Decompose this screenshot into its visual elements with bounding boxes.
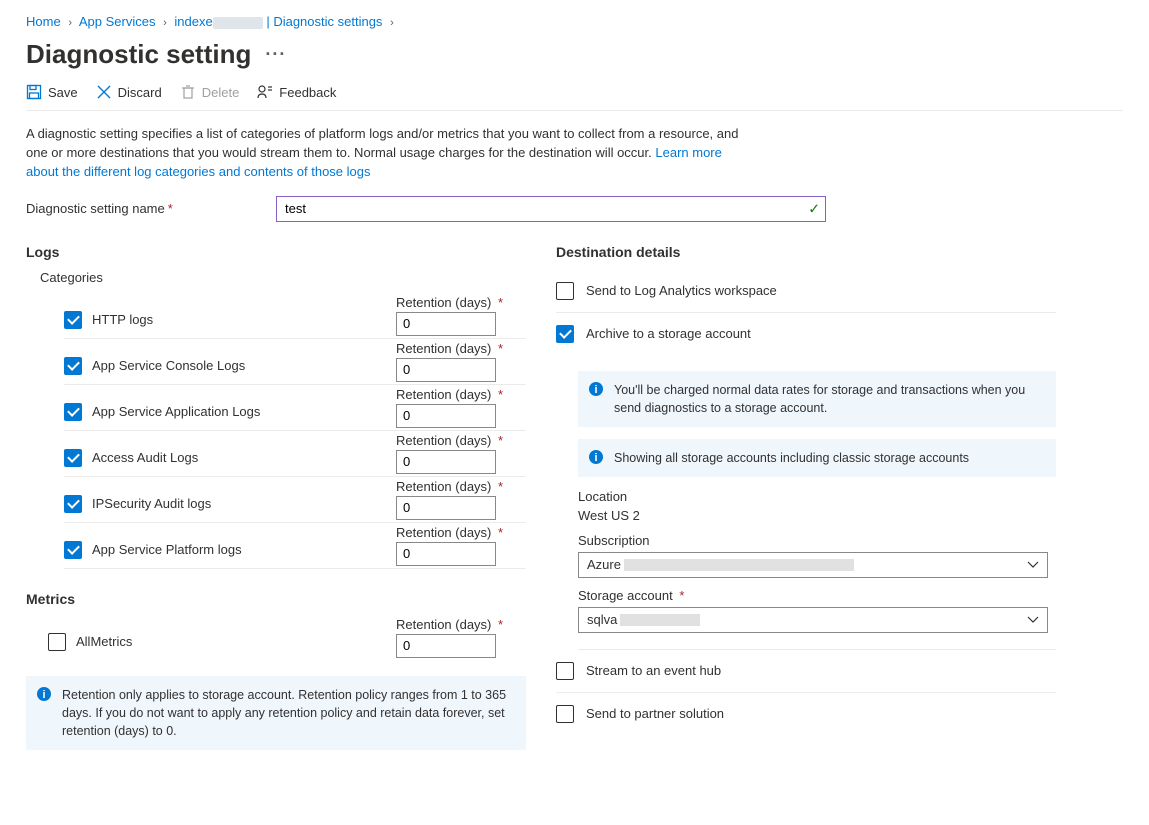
location-label: Location <box>578 489 1056 504</box>
toolbar: Save Discard Delete Feedback <box>26 84 1123 100</box>
log-analytics-label: Send to Log Analytics workspace <box>586 283 777 298</box>
svg-text:i: i <box>594 452 597 464</box>
log-retention-input[interactable] <box>396 404 496 428</box>
log-row: IPSecurity Audit logs Retention (days) * <box>64 477 526 523</box>
info-icon: i <box>588 381 604 397</box>
log-checkbox[interactable] <box>64 541 82 559</box>
delete-button: Delete <box>180 84 240 100</box>
storage-charge-info: i You'll be charged normal data rates fo… <box>578 371 1056 427</box>
chevron-right-icon: › <box>163 17 167 29</box>
log-checkbox[interactable] <box>64 403 82 421</box>
feedback-button[interactable]: Feedback <box>257 84 336 100</box>
storage-visibility-info: i Showing all storage accounts including… <box>578 439 1056 477</box>
log-row: App Service Console Logs Retention (days)… <box>64 339 526 385</box>
logs-heading: Logs <box>26 244 526 260</box>
discard-button[interactable]: Discard <box>96 84 162 100</box>
page-title: Diagnostic setting ··· <box>26 39 1123 70</box>
log-retention-input[interactable] <box>396 450 496 474</box>
retention-label: Retention (days) * <box>396 433 526 448</box>
chevron-down-icon <box>1027 559 1039 571</box>
breadcrumb: Home › App Services › indexe | Diagnosti… <box>26 14 1123 29</box>
svg-text:i: i <box>594 384 597 396</box>
retention-label: Retention (days) * <box>396 479 526 494</box>
info-icon: i <box>588 449 604 465</box>
delete-icon <box>180 84 196 100</box>
save-button[interactable]: Save <box>26 84 78 100</box>
setting-name-input[interactable] <box>276 196 826 222</box>
more-menu-button[interactable]: ··· <box>265 44 286 65</box>
log-label: HTTP logs <box>92 312 153 327</box>
save-icon <box>26 84 42 100</box>
valid-check-icon: ✓ <box>808 200 820 217</box>
subscription-select[interactable]: Azure <box>578 552 1048 578</box>
log-label: App Service Platform logs <box>92 542 242 557</box>
storage-account-label: Storage account * <box>578 588 1056 603</box>
setting-name-label: Diagnostic setting name* <box>26 201 276 216</box>
log-row: App Service Application Logs Retention (d… <box>64 385 526 431</box>
intro-text: A diagnostic setting specifies a list of… <box>26 125 746 182</box>
log-retention-input[interactable] <box>396 542 496 566</box>
log-checkbox[interactable] <box>64 495 82 513</box>
event-hub-checkbox[interactable] <box>556 662 574 680</box>
log-label: App Service Console Logs <box>92 358 245 373</box>
location-value: West US 2 <box>578 508 1056 523</box>
log-retention-input[interactable] <box>396 312 496 336</box>
log-row: App Service Platform logs Retention (days… <box>64 523 526 569</box>
close-icon <box>96 84 112 100</box>
log-checkbox[interactable] <box>64 357 82 375</box>
metrics-heading: Metrics <box>26 591 526 607</box>
svg-text:i: i <box>42 689 45 701</box>
partner-label: Send to partner solution <box>586 706 724 721</box>
destination-heading: Destination details <box>556 244 1056 260</box>
retention-label: Retention (days) * <box>396 295 526 310</box>
breadcrumb-app-services[interactable]: App Services <box>79 14 156 29</box>
log-row: HTTP logs Retention (days) * <box>64 293 526 339</box>
partner-checkbox[interactable] <box>556 705 574 723</box>
allmetrics-label: AllMetrics <box>76 634 132 649</box>
archive-checkbox[interactable] <box>556 325 574 343</box>
feedback-icon <box>257 84 273 100</box>
chevron-right-icon: › <box>68 17 72 29</box>
retention-label: Retention (days) * <box>396 525 526 540</box>
storage-account-select[interactable]: sqlva <box>578 607 1048 633</box>
allmetrics-retention-input[interactable] <box>396 634 496 658</box>
categories-label: Categories <box>40 270 526 285</box>
subscription-label: Subscription <box>578 533 1056 548</box>
log-row: Access Audit Logs Retention (days) * <box>64 431 526 477</box>
info-icon: i <box>36 686 52 702</box>
retention-label: Retention (days) * <box>396 341 526 356</box>
log-checkbox[interactable] <box>64 449 82 467</box>
allmetrics-checkbox[interactable] <box>48 633 66 651</box>
retention-label: Retention (days) * <box>396 617 526 632</box>
event-hub-label: Stream to an event hub <box>586 663 721 678</box>
breadcrumb-home[interactable]: Home <box>26 14 61 29</box>
log-label: App Service Application Logs <box>92 404 260 419</box>
breadcrumb-diagnostic-settings[interactable]: indexe | Diagnostic settings <box>174 14 386 29</box>
log-retention-input[interactable] <box>396 496 496 520</box>
chevron-right-icon: › <box>390 17 394 29</box>
log-label: Access Audit Logs <box>92 450 198 465</box>
retention-info-box: i Retention only applies to storage acco… <box>26 676 526 750</box>
retention-label: Retention (days) * <box>396 387 526 402</box>
chevron-down-icon <box>1027 614 1039 626</box>
log-checkbox[interactable] <box>64 311 82 329</box>
archive-label: Archive to a storage account <box>586 326 751 341</box>
log-label: IPSecurity Audit logs <box>92 496 211 511</box>
log-analytics-checkbox[interactable] <box>556 282 574 300</box>
log-retention-input[interactable] <box>396 358 496 382</box>
